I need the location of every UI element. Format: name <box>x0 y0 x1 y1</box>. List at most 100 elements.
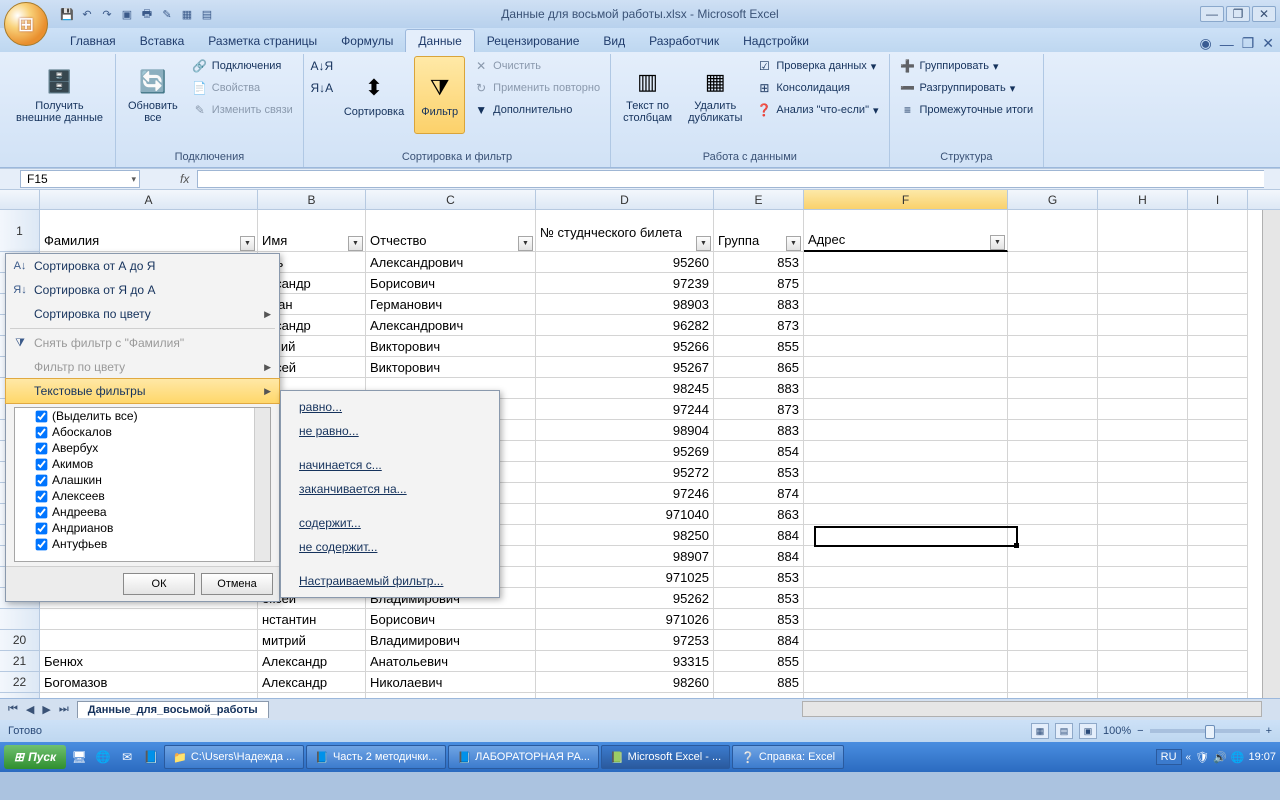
filter-toggle-b[interactable]: ▼ <box>348 236 363 251</box>
tab-insert[interactable]: Вставка <box>128 30 197 52</box>
row-header[interactable]: 22 <box>0 672 40 693</box>
cancel-button[interactable]: Отмена <box>201 573 273 595</box>
list-scrollbar[interactable] <box>254 408 270 561</box>
tray-icon[interactable]: 🌐 <box>1231 751 1245 764</box>
filter-toggle-c[interactable]: ▼ <box>518 236 533 251</box>
filter-not-equals[interactable]: не равно... <box>281 419 499 443</box>
select-all-corner[interactable] <box>0 190 40 209</box>
filter-toggle-e[interactable]: ▼ <box>786 236 801 251</box>
filter-equals[interactable]: равно... <box>281 395 499 419</box>
ok-button[interactable]: ОК <box>123 573 195 595</box>
filter-checkbox[interactable] <box>36 522 48 534</box>
sort-za-item[interactable]: Я↓Сортировка от Я до А <box>6 278 279 302</box>
tab-developer[interactable]: Разработчик <box>637 30 731 52</box>
formula-input[interactable] <box>197 170 1264 188</box>
clear-filter-button[interactable]: ✕Очистить <box>469 56 604 76</box>
tab-nav-last[interactable]: ⏭ <box>55 703 73 716</box>
row-header[interactable]: 21 <box>0 651 40 672</box>
filter-not-contains[interactable]: не содержит... <box>281 535 499 559</box>
filter-begins-with[interactable]: начинается с... <box>281 453 499 477</box>
qat-save-icon[interactable]: 💾 <box>58 5 76 23</box>
ql-word-icon[interactable]: 📘 <box>140 746 162 768</box>
remove-duplicates-button[interactable]: ▦ Удалить дубликаты <box>682 56 748 134</box>
tray-icon[interactable]: 🛡 <box>1195 751 1209 764</box>
col-header-c[interactable]: C <box>366 190 536 209</box>
help-icon[interactable]: ◉ <box>1199 35 1211 52</box>
consolidate-button[interactable]: ⊞Консолидация <box>752 78 882 98</box>
view-normal-button[interactable]: ▦ <box>1031 723 1049 739</box>
tab-home[interactable]: Главная <box>58 30 128 52</box>
taskbar-item[interactable]: 📁C:\Users\Надежда ... <box>164 745 304 769</box>
text-filters-item[interactable]: Текстовые фильтры▶ <box>5 378 280 404</box>
edit-links-button[interactable]: ✎Изменить связи <box>188 100 297 120</box>
close-doc-icon[interactable]: ✕ <box>1262 35 1274 52</box>
horizontal-scrollbar[interactable] <box>802 701 1262 717</box>
view-layout-button[interactable]: ▤ <box>1055 723 1073 739</box>
filter-checkbox[interactable] <box>36 410 48 422</box>
filter-checkbox[interactable] <box>36 506 48 518</box>
whatif-button[interactable]: ❓Анализ "что-если" ▾ <box>752 100 882 120</box>
tab-nav-next[interactable]: ▶ <box>38 703 54 716</box>
col-header-f[interactable]: F <box>804 190 1008 209</box>
subtotal-button[interactable]: ≡Промежуточные итоги <box>896 100 1038 120</box>
view-pagebreak-button[interactable]: ▣ <box>1079 723 1097 739</box>
reapply-button[interactable]: ↻Применить повторно <box>469 78 604 98</box>
close-button[interactable]: ✕ <box>1252 6 1276 22</box>
sheet-tab[interactable]: Данные_для_восьмой_работы <box>77 701 269 718</box>
tab-pagelayout[interactable]: Разметка страницы <box>196 30 329 52</box>
filter-checkbox[interactable] <box>36 458 48 470</box>
qat-print-icon[interactable]: 🖶 <box>138 5 156 23</box>
data-validation-button[interactable]: ☑Проверка данных ▾ <box>752 56 882 76</box>
tab-formulas[interactable]: Формулы <box>329 30 405 52</box>
fx-icon[interactable]: fx <box>180 172 189 186</box>
clock[interactable]: 19:07 <box>1248 751 1276 763</box>
col-header-e[interactable]: E <box>714 190 804 209</box>
ungroup-button[interactable]: ➖Разгруппировать ▾ <box>896 78 1038 98</box>
tray-icon[interactable]: « <box>1186 752 1192 763</box>
language-indicator[interactable]: RU <box>1156 749 1182 765</box>
ql-ie-icon[interactable]: 🌐 <box>92 746 114 768</box>
filter-button[interactable]: ⧩ Фильтр <box>414 56 465 134</box>
filter-toggle-f[interactable]: ▼ <box>990 235 1005 250</box>
tab-nav-prev[interactable]: ◀ <box>22 703 38 716</box>
filter-checkbox[interactable] <box>36 538 48 550</box>
col-header-g[interactable]: G <box>1008 190 1098 209</box>
sort-button[interactable]: ⬍ Сортировка <box>338 56 410 134</box>
tab-review[interactable]: Рецензирование <box>475 30 592 52</box>
filter-values-list[interactable]: (Выделить все)АбоскаловАвербухАкимовАлаш… <box>14 407 271 562</box>
taskbar-item[interactable]: 📘Часть 2 методички... <box>306 745 446 769</box>
taskbar-item[interactable]: ❔Справка: Excel <box>732 745 844 769</box>
col-header-b[interactable]: B <box>258 190 366 209</box>
taskbar-item-active[interactable]: 📗Microsoft Excel - ... <box>601 745 730 769</box>
filter-checkbox[interactable] <box>36 474 48 486</box>
qat-icon[interactable]: ✎ <box>158 5 176 23</box>
row-header[interactable]: 20 <box>0 630 40 651</box>
zoom-level[interactable]: 100% <box>1103 725 1131 737</box>
filter-contains[interactable]: содержит... <box>281 511 499 535</box>
tab-nav-first[interactable]: ⏮ <box>4 703 22 716</box>
restore-doc-icon[interactable]: ❐ <box>1242 35 1255 52</box>
filter-checkbox[interactable] <box>36 490 48 502</box>
tab-addins[interactable]: Надстройки <box>731 30 821 52</box>
zoom-slider[interactable] <box>1150 729 1260 733</box>
filter-checkbox[interactable] <box>36 442 48 454</box>
tray-icon[interactable]: 🔊 <box>1213 751 1227 764</box>
col-header-i[interactable]: I <box>1188 190 1248 209</box>
filter-custom[interactable]: Настраиваемый фильтр... <box>281 569 499 593</box>
qat-icon[interactable]: ▣ <box>118 5 136 23</box>
text-to-columns-button[interactable]: ▥ Текст по столбцам <box>617 56 678 134</box>
ql-desktop-icon[interactable]: 🖥 <box>68 746 90 768</box>
tab-data[interactable]: Данные <box>405 29 474 52</box>
col-header-d[interactable]: D <box>536 190 714 209</box>
qat-icon[interactable]: ▦ <box>178 5 196 23</box>
group-button[interactable]: ➕Группировать ▾ <box>896 56 1038 76</box>
maximize-button[interactable]: ❐ <box>1226 6 1250 22</box>
filter-toggle-a[interactable]: ▼ <box>240 236 255 251</box>
col-header-h[interactable]: H <box>1098 190 1188 209</box>
row-header[interactable] <box>0 609 40 630</box>
zoom-out-button[interactable]: − <box>1137 725 1143 737</box>
qat-undo-icon[interactable]: ↶ <box>78 5 96 23</box>
qat-icon[interactable]: ▤ <box>198 5 216 23</box>
tab-view[interactable]: Вид <box>591 30 637 52</box>
ql-mail-icon[interactable]: ✉ <box>116 746 138 768</box>
